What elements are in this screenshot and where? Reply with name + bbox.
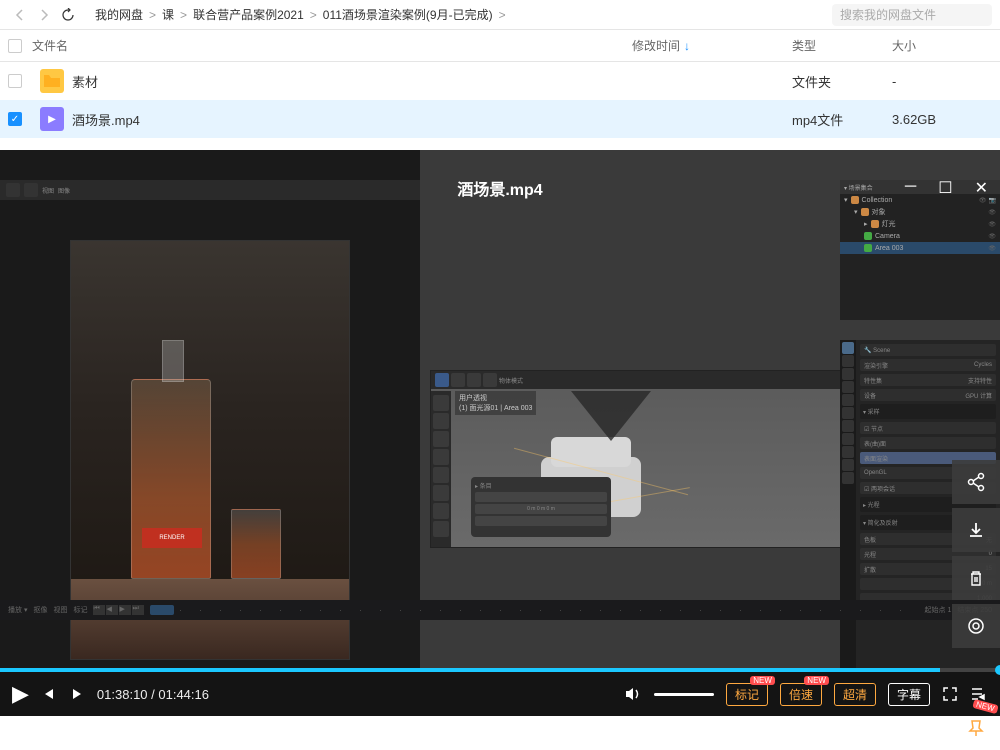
mark-button[interactable]: 标记NEW — [726, 683, 768, 706]
row-checkbox[interactable]: ✓ — [8, 112, 22, 126]
n-panel: ▸ 条目 0 m 0 m 0 m — [471, 477, 611, 537]
column-size[interactable]: 大小 — [892, 37, 992, 54]
pin-button[interactable]: NEW — [952, 706, 1000, 750]
sort-down-icon: ↓ — [684, 39, 690, 53]
quality-button[interactable]: 超清 — [834, 683, 876, 706]
render-preview-panel: 视图图像 RENDER — [0, 150, 420, 668]
breadcrumb-sep: > — [149, 8, 156, 22]
breadcrumb-item[interactable]: 联合营产品案例2021 — [193, 6, 304, 23]
settings-button[interactable] — [952, 604, 1000, 648]
viewport-left-toolbar — [431, 391, 451, 547]
video-file-icon: ▶ — [40, 107, 64, 131]
timeline-frame — [150, 605, 174, 615]
table-row[interactable]: 素材 文件夹 - — [0, 62, 1000, 100]
forward-button[interactable] — [32, 3, 56, 27]
video-player: FileEditRenderWindowHelp LayoutModelingS… — [0, 150, 1000, 716]
progress-bar[interactable] — [0, 668, 1000, 672]
refresh-button[interactable] — [56, 3, 80, 27]
render-output-image: RENDER — [70, 240, 350, 660]
prev-button[interactable] — [41, 687, 57, 701]
breadcrumb: 我的网盘 > 课 > 联合营产品案例2021 > 011酒场景渲染案例(9月-已… — [92, 6, 832, 23]
minimize-button[interactable]: ─ — [905, 178, 916, 198]
bottle-label: RENDER — [142, 528, 202, 548]
search-input[interactable]: 搜索我的网盘文件 — [832, 4, 992, 26]
table-row[interactable]: ✓ ▶ 酒场景.mp4 mp4文件 3.62GB — [0, 100, 1000, 138]
maximize-button[interactable]: ☐ — [938, 178, 952, 198]
back-button[interactable] — [8, 3, 32, 27]
close-button[interactable]: ✕ — [975, 178, 988, 198]
video-titlebar: 酒场景.mp4 ─ ☐ ✕ — [0, 174, 1000, 202]
file-type: 文件夹 — [792, 72, 892, 91]
breadcrumb-root[interactable]: 我的网盘 — [95, 6, 143, 23]
volume-slider[interactable] — [654, 693, 714, 696]
player-controls: ▶ 01:38:10 / 01:44:16 标记NEW 倍速NEW 超清 字幕 — [0, 668, 1000, 716]
whiskey-glass — [231, 509, 281, 579]
time-display: 01:38:10 / 01:44:16 — [97, 687, 209, 702]
column-time[interactable]: 修改时间↓ — [632, 37, 792, 54]
file-name: 素材 — [72, 72, 98, 91]
video-title: 酒场景.mp4 — [457, 176, 542, 200]
video-content: FileEditRenderWindowHelp LayoutModelingS… — [0, 150, 1000, 668]
blender-timeline: 播放 ▾抠像视图标记 ⏮ ◀ ▶ ⏭ 起始点 1结束点 250 — [0, 600, 1000, 620]
volume-button[interactable] — [624, 686, 642, 702]
file-size: 3.62GB — [892, 112, 992, 127]
breadcrumb-sep: > — [499, 8, 506, 22]
file-name: 酒场景.mp4 — [72, 110, 140, 129]
top-nav: 我的网盘 > 课 > 联合营产品案例2021 > 011酒场景渲染案例(9月-已… — [0, 0, 1000, 30]
share-button[interactable] — [952, 460, 1000, 504]
folder-icon — [40, 69, 64, 93]
delete-button[interactable] — [952, 556, 1000, 600]
play-button[interactable]: ▶ — [12, 681, 29, 707]
breadcrumb-item[interactable]: 课 — [162, 6, 174, 23]
viewport-3d-panel: 物体模式 用户透视(1) 面光源01 | Area 003 X Y Z — [420, 150, 1000, 668]
subtitle-button[interactable]: 字幕 — [888, 683, 930, 706]
speed-button[interactable]: 倍速NEW — [780, 683, 822, 706]
side-toolbar: NEW — [952, 460, 1000, 750]
breadcrumb-sep: > — [180, 8, 187, 22]
row-checkbox[interactable] — [8, 74, 22, 88]
next-button[interactable] — [69, 687, 85, 701]
breadcrumb-item[interactable]: 011酒场景渲染案例(9月-已完成) — [323, 6, 493, 23]
viewport-overlay-text: 用户透视(1) 面光源01 | Area 003 — [455, 391, 536, 415]
whiskey-bottle: RENDER — [131, 379, 211, 579]
download-button[interactable] — [952, 508, 1000, 552]
breadcrumb-sep: > — [310, 8, 317, 22]
file-type: mp4文件 — [792, 110, 892, 129]
table-header: 文件名 修改时间↓ 类型 大小 — [0, 30, 1000, 62]
file-size: - — [892, 74, 992, 89]
light-object — [571, 391, 651, 441]
select-all-checkbox[interactable] — [8, 39, 22, 53]
column-name[interactable]: 文件名 — [32, 37, 632, 54]
column-type[interactable]: 类型 — [792, 37, 892, 54]
